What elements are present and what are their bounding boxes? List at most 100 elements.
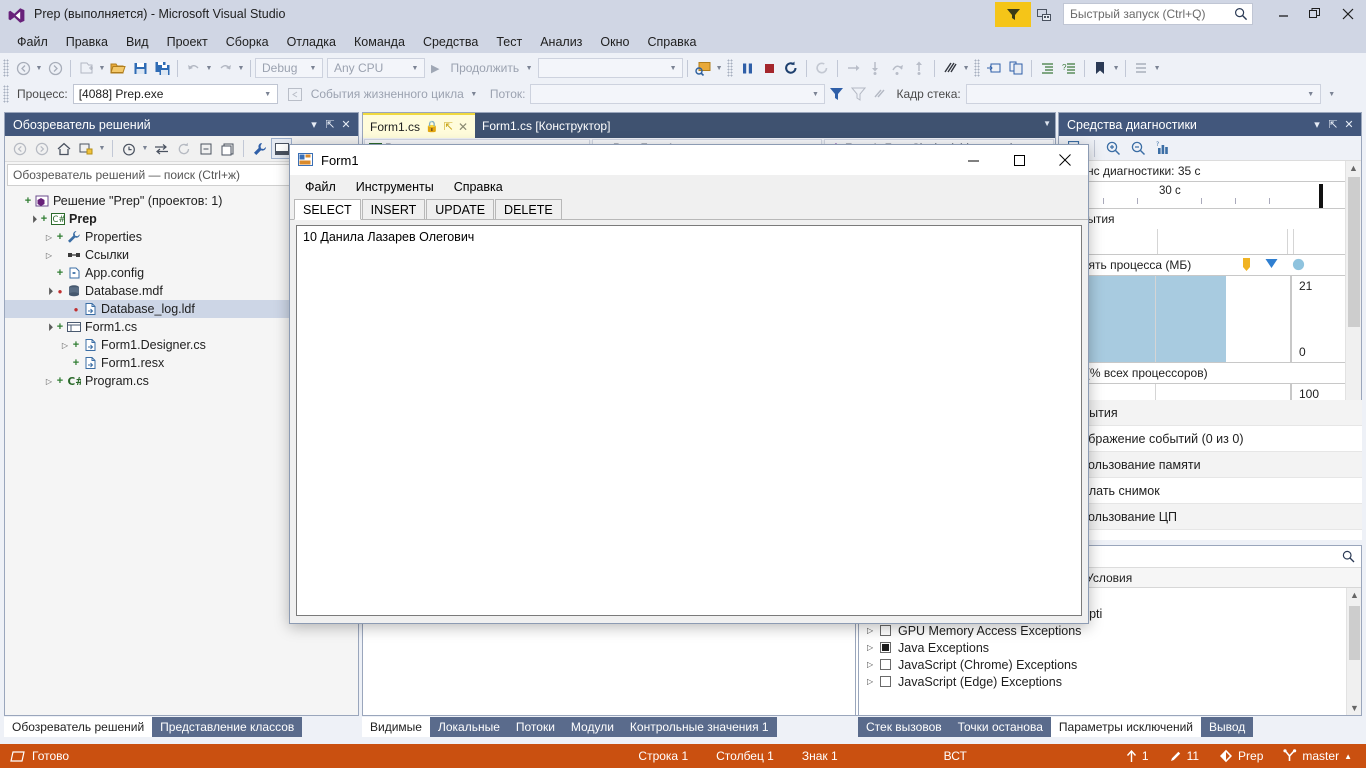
zoom-out-icon[interactable] [1128,138,1149,159]
form1-tab-delete[interactable]: DELETE [495,199,562,219]
menu-debug[interactable]: Отладка [278,32,345,52]
quick-launch-box[interactable] [1063,3,1253,25]
hot-reload-dropdown-icon[interactable]: ▼ [961,65,971,72]
pin-icon[interactable]: ⇱ [322,118,338,131]
scroll-up-icon[interactable]: ▲ [1350,590,1359,600]
tab-стек-вызовов[interactable]: Стек вызовов [858,717,950,737]
notifications-icon[interactable] [1033,4,1055,26]
pending-changes-icon[interactable] [75,138,96,159]
pin-icon[interactable]: ⇱ [1325,118,1341,131]
undo-icon[interactable] [182,57,204,79]
exception-row[interactable]: ▷ Java Exceptions [859,639,1361,656]
menu-help[interactable]: Справка [638,32,705,52]
tab-параметры-исключений[interactable]: Параметры исключений [1050,717,1201,737]
status-repository[interactable]: Prep [1209,749,1273,763]
expand-arrow-icon[interactable]: ▷ [43,251,55,260]
forward-icon[interactable] [31,138,52,159]
stack-frame-dropdown[interactable]: ▼ [965,84,1321,104]
expand-arrow-icon[interactable]: ▷ [867,677,880,686]
toolbar-grip[interactable] [974,59,981,77]
attach-to-process-icon[interactable] [692,57,714,79]
scrollbar-thumb[interactable] [1349,606,1360,660]
new-dropdown-icon[interactable]: ▼ [97,65,107,72]
tab-вывод[interactable]: Вывод [1200,717,1254,737]
collapse-all-icon[interactable] [195,138,216,159]
expand-arrow-icon[interactable]: ▷ [43,377,55,386]
exception-checkbox[interactable] [880,659,891,670]
solution-platform-dropdown[interactable]: Any CPU ▼ [327,58,425,78]
exception-checkbox[interactable] [880,676,891,687]
tab-form1-cs[interactable]: Form1.cs 🔒 ⇱ ✕ [363,113,475,138]
status-branch[interactable]: master ▲ [1273,749,1366,763]
outdent-icon[interactable]: ? [1058,57,1080,79]
quick-launch-input[interactable] [1064,4,1252,24]
tab-overflow-icon[interactable]: ▼ [1043,119,1051,128]
lifecycle-events-icon[interactable] [284,83,306,105]
exception-row[interactable]: ▷ JavaScript (Edge) Exceptions [859,673,1361,690]
threads-overlay-icon[interactable] [869,83,891,105]
menu-analyze[interactable]: Анализ [531,32,591,52]
chevron-down-icon[interactable]: ▼ [140,145,150,152]
exception-vertical-scrollbar[interactable]: ▲ ▼ [1346,588,1361,715]
tab-form1-designer[interactable]: Form1.cs [Конструктор] [475,113,617,138]
tab-представление-классов[interactable]: Представление классов [152,717,303,737]
bookmark-icon[interactable] [1089,57,1111,79]
redo-dropdown-icon[interactable]: ▼ [236,65,246,72]
flag-filter-clear-icon[interactable] [847,83,869,105]
diag-action-row[interactable]: Сделать снимок [1058,478,1362,504]
collapse-arrow-icon[interactable]: ◢ [26,212,40,226]
menu-build[interactable]: Сборка [217,32,278,52]
toolbar-grip[interactable] [727,59,734,77]
comment-icon[interactable] [1005,57,1027,79]
form1-tab-update[interactable]: UPDATE [426,199,495,219]
tab-потоки[interactable]: Потоки [507,717,563,737]
restart-icon[interactable] [780,57,802,79]
overflow-icon[interactable]: ▼ [1152,65,1162,72]
form1-menu-file[interactable]: Файл [295,177,346,197]
form1-close-button[interactable] [1042,145,1088,175]
tab-видимые[interactable]: Видимые [362,717,430,737]
exception-checkbox[interactable] [880,625,891,636]
tool-extra-icon[interactable] [1130,57,1152,79]
window-minimize-button[interactable] [1268,0,1298,28]
status-pending-changes[interactable]: 11 [1159,749,1209,763]
collapse-arrow-icon[interactable]: ◢ [42,320,56,334]
form1-tab-select[interactable]: SELECT [294,199,361,220]
show-next-statement-icon[interactable] [842,57,864,79]
step-out-icon[interactable] [908,57,930,79]
tab-обозреватель-решений[interactable]: Обозреватель решений [4,717,153,737]
back-icon[interactable] [9,138,30,159]
attach-dropdown-icon[interactable]: ▼ [714,65,724,72]
toolbar-grip[interactable] [3,59,9,77]
window-close-button[interactable] [1333,0,1363,28]
stop-debugging-icon[interactable] [758,57,780,79]
exception-checkbox[interactable] [880,642,891,653]
reset-view-icon[interactable]: ? [1153,138,1174,159]
menu-file[interactable]: Файл [8,32,57,52]
pin-icon[interactable]: ⇱ [444,120,453,133]
collapse-arrow-icon[interactable]: ◢ [42,284,56,298]
feedback-button[interactable] [995,2,1031,27]
save-all-icon[interactable] [151,57,173,79]
tab-локальные[interactable]: Локальные [429,717,508,737]
continue-label[interactable]: Продолжить [445,61,524,75]
sync-icon[interactable] [151,138,172,159]
chevron-down-icon[interactable]: ▼ [97,145,107,152]
menu-project[interactable]: Проект [158,32,217,52]
form1-minimize-button[interactable] [950,145,996,175]
thread-dropdown[interactable]: ▼ [530,84,826,104]
expand-arrow-icon[interactable]: ▷ [867,643,880,652]
hot-reload-icon[interactable] [939,57,961,79]
close-icon[interactable]: ✕ [458,120,468,134]
menu-team[interactable]: Команда [345,32,414,52]
navigate-back-icon[interactable] [12,57,34,79]
new-project-icon[interactable] [75,57,97,79]
toolbar-overflow-icon[interactable]: ▼ [1327,91,1337,98]
diag-action-row[interactable]: Отображение событий (0 из 0) [1058,426,1362,452]
lifecycle-label[interactable]: События жизненного цикла [306,87,469,101]
zoom-in-icon[interactable] [1103,138,1124,159]
save-icon[interactable] [129,57,151,79]
undo-dropdown-icon[interactable]: ▼ [204,65,214,72]
search-icon[interactable] [1342,550,1355,563]
solution-configuration-dropdown[interactable]: Debug ▼ [255,58,323,78]
